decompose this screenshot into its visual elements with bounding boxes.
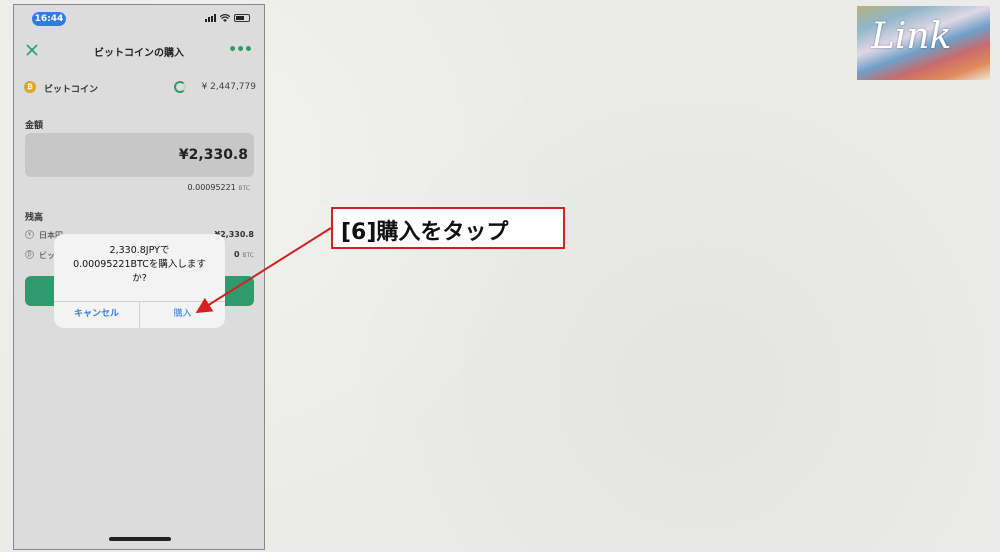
- amount-label: 金額: [25, 121, 44, 131]
- coin-row: ₿ ビットコイン ¥ 2,447,779: [24, 79, 256, 97]
- balance-label: 残高: [25, 213, 44, 223]
- btc-amount-value: 0.00095221: [187, 183, 236, 192]
- wifi-icon: [220, 14, 230, 22]
- coin-name: ビットコイン: [44, 85, 99, 95]
- amount-value: ¥2,330.8: [178, 147, 248, 163]
- yen-icon: ¥: [25, 230, 34, 239]
- bitcoin-icon: ₿: [24, 81, 36, 93]
- bitcoin-small-icon: ₿: [25, 250, 34, 259]
- instruction-callout: [6]購入をタップ: [331, 207, 565, 249]
- signal-icon: [205, 14, 216, 22]
- cancel-button[interactable]: キャンセル: [54, 301, 139, 328]
- amount-input[interactable]: ¥2,330.8: [25, 133, 254, 177]
- status-bar: 16:44: [14, 5, 264, 31]
- purchase-button[interactable]: 購入: [140, 301, 225, 328]
- page-title: ビットコインの購入: [94, 48, 184, 59]
- status-icons: [205, 14, 250, 22]
- dialog-message: 2,330.8JPYで 0.00095221BTCを購入します か?: [54, 244, 225, 286]
- phone-screenshot: 16:44 ビットコインの購入 ••• ₿ ビットコイン ¥ 2,447,779…: [13, 4, 265, 550]
- btc-amount-unit: BTC: [238, 185, 250, 192]
- brand-logo: Link: [857, 6, 990, 80]
- balance-name: ビッ: [39, 251, 55, 260]
- balance-value: 0 BTC: [234, 250, 254, 259]
- btc-amount: 0.00095221 BTC: [187, 183, 250, 192]
- coin-price: ¥ 2,447,779: [201, 82, 256, 92]
- dialog-line: 0.00095221BTCを購入します: [73, 259, 206, 270]
- logo-text: Link: [871, 16, 952, 57]
- dialog-line: 2,330.8JPYで: [109, 245, 170, 256]
- refresh-timer-icon: [174, 81, 186, 93]
- confirm-dialog: 2,330.8JPYで 0.00095221BTCを購入します か? キャンセル…: [54, 234, 225, 328]
- callout-text: [6]購入をタップ: [341, 220, 509, 245]
- status-time: 16:44: [32, 12, 66, 26]
- battery-icon: [234, 14, 250, 22]
- more-icon[interactable]: •••: [228, 42, 253, 58]
- home-indicator: [109, 537, 171, 541]
- dialog-line: か?: [132, 273, 147, 284]
- nav-bar: ビットコインの購入 •••: [14, 37, 264, 63]
